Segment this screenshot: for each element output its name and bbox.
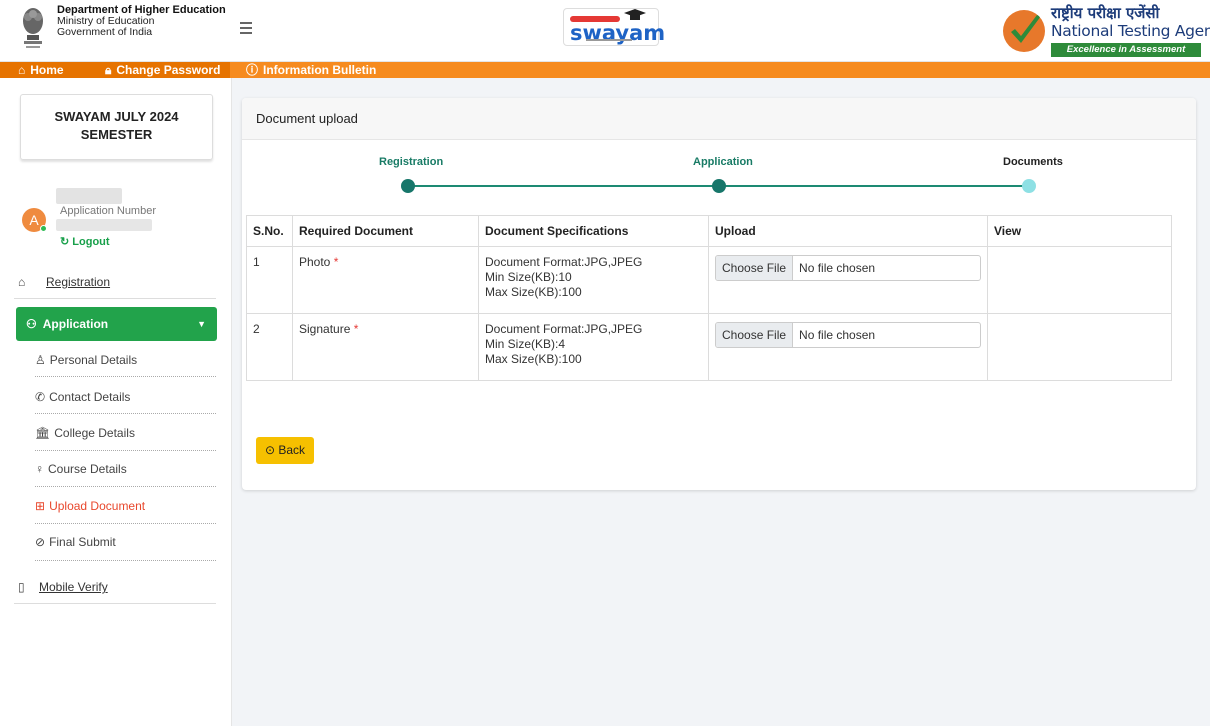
col-upload: Upload [708, 215, 988, 247]
info-icon: ⓘ [246, 63, 259, 77]
home-outline-icon: ⌂ [18, 275, 26, 289]
candidate-name-blurred [56, 188, 122, 204]
file-status: No file chosen [799, 261, 876, 275]
back-arrow-icon: ⊙ [264, 443, 279, 457]
spec-max-size: Max Size(KB):100 [485, 352, 582, 366]
document-upload-card: Document upload Registration Application… [242, 98, 1196, 490]
col-document-specifications: Document Specifications [478, 215, 709, 247]
spec-format: Document Format:JPG,JPEG [485, 255, 643, 269]
sidebar-sub-college-details[interactable]: 🏛︎ College Details [35, 426, 215, 440]
nta-hindi-name: राष्ट्रीय परीक्षा एजेंसी [1051, 4, 1160, 22]
department-branding: Department of Higher Education Ministry … [18, 5, 226, 51]
logout-icon: ↻ [60, 236, 73, 248]
sidebar-sub-upload-document[interactable]: ⊞ Upload Document [35, 499, 215, 513]
nav-information-bulletin[interactable]: ⓘ Information Bulletin [246, 62, 376, 78]
bulb-icon: ♀ [35, 462, 44, 476]
choose-file-button[interactable]: Choose File [716, 323, 794, 347]
nta-check-icon [1003, 10, 1045, 52]
col-view: View [987, 215, 1172, 247]
back-button[interactable]: ⊙ Back [256, 437, 314, 464]
col-required-document: Required Document [292, 215, 479, 247]
table-row: 1 Photo * Document Format:JPG,JPEG Min S… [246, 246, 1172, 314]
nav-home[interactable]: ⌂ Home [18, 62, 64, 78]
user-icon: ♙ [35, 353, 46, 367]
step-dot-application [712, 179, 726, 193]
sidebar-sub-personal-details[interactable]: ♙ Personal Details [35, 353, 215, 367]
spec-min-size: Min Size(KB):4 [485, 337, 566, 351]
nta-logo: राष्ट्रीय परीक्षा एजेंसी National Testin… [1001, 3, 1210, 59]
lock-icon: 🔒︎ [105, 63, 112, 77]
step-dot-documents [1022, 179, 1036, 193]
col-sno: S.No. [246, 215, 293, 247]
required-mark: * [353, 322, 359, 336]
nta-english-name: National Testing Agency [1051, 22, 1210, 40]
choose-file-button[interactable]: Choose File [716, 256, 794, 280]
nta-slogan: Excellence in Assessment [1051, 43, 1201, 57]
view-cell [987, 246, 1172, 314]
step-dot-registration [401, 179, 415, 193]
hamburger-menu-icon[interactable] [240, 22, 254, 36]
step-label-application: Application [693, 156, 753, 168]
national-emblem-icon [23, 8, 43, 48]
sidebar-sub-course-details[interactable]: ♀ Course Details [35, 462, 215, 476]
step-label-documents: Documents [1003, 156, 1063, 168]
row-sno: 2 [246, 313, 293, 381]
swayam-logo: swayam [563, 8, 665, 46]
sidebar: SWAYAM JULY 2024 SEMESTER A Application … [0, 78, 232, 726]
card-title: Document upload [242, 98, 1196, 140]
online-status-dot [40, 225, 47, 232]
avatar: A [22, 208, 47, 232]
sidebar-sub-final-submit[interactable]: ⊘ Final Submit [35, 535, 215, 549]
signature-file-input[interactable]: Choose File No file chosen [715, 322, 981, 348]
user-plus-icon: ⚇ [26, 317, 37, 331]
institution-icon: 🏛︎ [35, 426, 51, 440]
document-name: Signature [299, 322, 351, 336]
home-icon: ⌂ [18, 63, 26, 77]
document-name: Photo [299, 255, 331, 269]
photo-file-input[interactable]: Choose File No file chosen [715, 255, 981, 281]
sidebar-item-application[interactable]: ⚇ Application ▼ [16, 307, 217, 341]
graduation-cap-icon [624, 9, 646, 20]
table-row: 2 Signature * Document Format:JPG,JPEG M… [246, 313, 1172, 381]
check-circle-icon: ⊘ [35, 535, 46, 549]
row-sno: 1 [246, 246, 293, 314]
sidebar-item-mobile-verify[interactable]: ▯ Mobile Verify [18, 580, 108, 594]
dept-line3: Government of India [57, 26, 153, 38]
spec-max-size: Max Size(KB):100 [485, 285, 582, 299]
documents-table: S.No. Required Document Document Specifi… [246, 215, 1172, 381]
file-status: No file chosen [799, 328, 876, 342]
spec-format: Document Format:JPG,JPEG [485, 322, 643, 336]
chevron-down-icon: ▼ [197, 319, 206, 329]
required-mark: * [333, 255, 339, 269]
upload-icon: ⊞ [35, 499, 46, 513]
step-label-registration: Registration [379, 156, 444, 168]
logout-link[interactable]: ↻ Logout [60, 235, 110, 248]
sidebar-item-registration[interactable]: ⌂ Registration [18, 275, 110, 289]
top-header: Department of Higher Education Ministry … [0, 0, 1210, 62]
sidebar-sub-contact-details[interactable]: ✆ Contact Details [35, 390, 215, 404]
application-number-label: Application Number [60, 205, 156, 217]
nav-change-password[interactable]: 🔒︎ Change Password [105, 62, 220, 78]
spec-min-size: Min Size(KB):10 [485, 270, 572, 284]
mobile-icon: ▯ [18, 580, 25, 594]
phone-icon: ✆ [35, 390, 46, 404]
semester-title: SWAYAM JULY 2024 SEMESTER [20, 94, 213, 160]
view-cell [987, 313, 1172, 381]
application-number-blurred [56, 219, 152, 231]
top-nav-bar: ⌂ Home 🔒︎ Change Password ⓘ Information Bul… [0, 62, 1210, 78]
